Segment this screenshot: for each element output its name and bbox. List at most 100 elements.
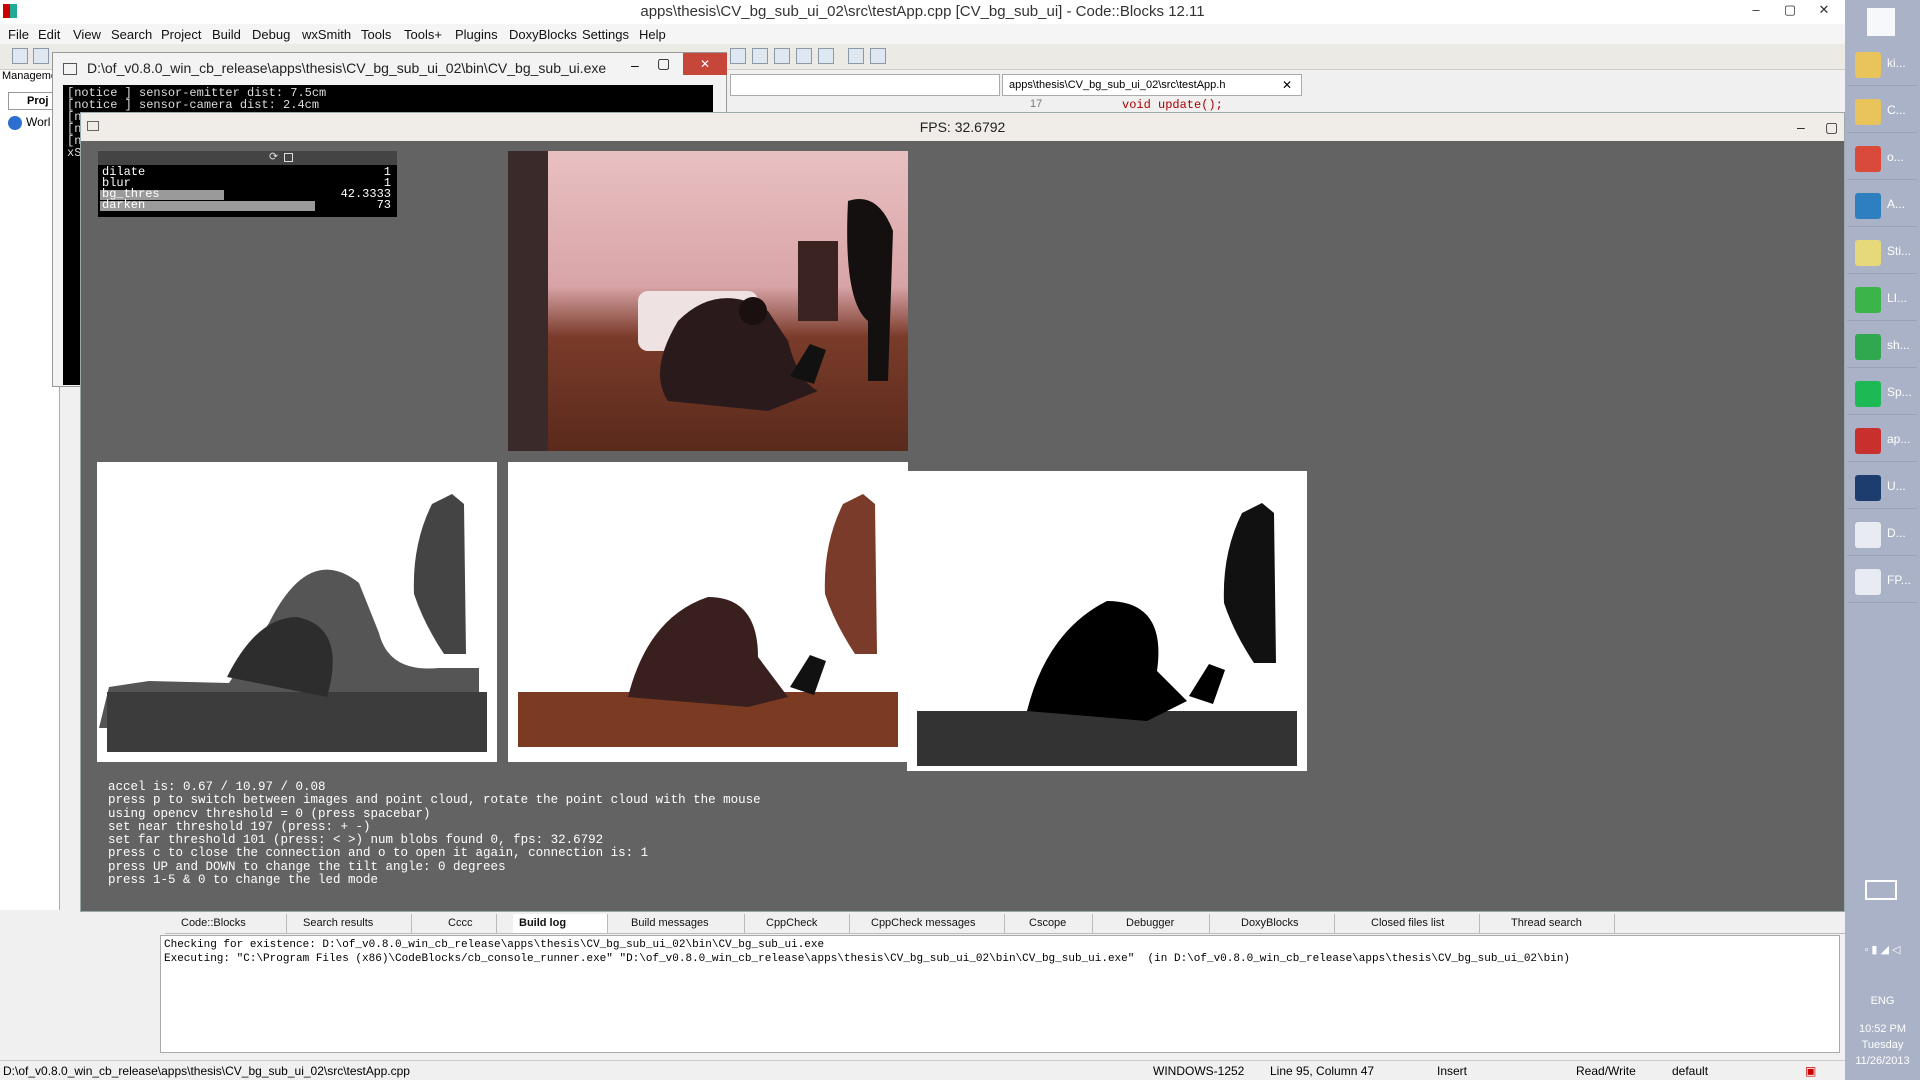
taskbar-item[interactable]: C... [1847, 89, 1917, 133]
windows-taskbar: ki... C... o... A... Sti... LI... sh... Sp... ap… [1845, 0, 1920, 1080]
editor-tabs: ✕ apps\thesis\CV_bg_sub_ui_02\src\testAp… [730, 70, 1845, 112]
menu-doxyblocks[interactable]: DoxyBlocks [509, 27, 577, 42]
taskbar-item[interactable]: o... [1847, 136, 1917, 180]
editor-tab-left[interactable] [730, 74, 1000, 96]
tab-closed-files-list[interactable]: Closed files list [1365, 914, 1480, 933]
new-file-icon[interactable] [12, 48, 28, 64]
stop-icon[interactable] [818, 48, 834, 64]
codeblocks-app-icon [3, 4, 17, 18]
status-mode: Insert [1437, 1064, 1468, 1078]
of-maximize-button[interactable]: ▢ [1825, 113, 1838, 141]
taskbar-item[interactable]: Sti... [1847, 230, 1917, 274]
step-icon[interactable] [774, 48, 790, 64]
depth-view [97, 462, 497, 762]
slider-label: darken [102, 198, 146, 212]
maximize-button[interactable]: ▢ [1774, 0, 1806, 22]
taskbar-item-label: FP... [1887, 573, 1911, 587]
info-line: using opencv threshold = 0 (press spaceb… [108, 806, 431, 821]
taskbar-item-label: D... [1887, 526, 1906, 540]
menu-build[interactable]: Build [212, 27, 241, 42]
console-close-button[interactable]: ✕ [683, 53, 727, 75]
chrome-icon [1855, 146, 1881, 172]
masked-rgb-view [508, 462, 908, 762]
taskbar-item-label: ki... [1887, 56, 1906, 70]
close-button[interactable]: ✕ [1808, 0, 1840, 22]
taskbar-item[interactable]: U... [1847, 465, 1917, 509]
menu-help[interactable]: Help [639, 27, 666, 42]
of-window-titlebar: FPS: 32.6792 – ▢ [81, 113, 1844, 141]
input-language[interactable]: ENG [1845, 995, 1920, 1007]
window-icon [1855, 569, 1881, 595]
tab-codeblocks[interactable]: Code::Blocks [175, 914, 287, 933]
console-maximize-button[interactable]: ▢ [657, 55, 670, 72]
tab-doxyblocks[interactable]: DoxyBlocks [1235, 914, 1335, 933]
keyboard-icon[interactable] [1865, 880, 1897, 900]
tab-cppcheck-messages[interactable]: CppCheck messages [865, 914, 1005, 933]
tab-build-log[interactable]: Build log [513, 914, 608, 933]
taskbar-item[interactable]: FP... [1847, 559, 1917, 603]
menu-plugins[interactable]: Plugins [455, 27, 498, 42]
windows-start-icon[interactable] [1867, 8, 1895, 36]
log-tabs: Code::Blocks Search results Cccc Build l… [165, 913, 1845, 934]
taskbar-item[interactable]: D... [1847, 512, 1917, 556]
minimize-button[interactable]: – [1740, 0, 1772, 22]
line-icon [1855, 287, 1881, 313]
taskbar-item[interactable]: ap... [1847, 418, 1917, 462]
tab-cppcheck[interactable]: CppCheck [760, 914, 850, 933]
tab-search-results[interactable]: Search results [297, 914, 412, 933]
taskbar-item[interactable]: sh... [1847, 324, 1917, 368]
folder-icon [1855, 52, 1881, 78]
rgb-scene [508, 151, 893, 451]
code-line: void update(); [1122, 98, 1223, 112]
info-line: press UP and DOWN to change the tilt ang… [108, 859, 506, 874]
console-minimize-button[interactable]: – [631, 57, 639, 73]
debug-continue-icon[interactable] [752, 48, 768, 64]
menu-edit[interactable]: Edit [38, 27, 60, 42]
slider-value: 73 [376, 198, 391, 212]
info-icon[interactable] [870, 48, 886, 64]
reload-icon[interactable]: ⟳ [269, 151, 278, 164]
menu-search[interactable]: Search [111, 27, 152, 42]
window-titlebar: apps\thesis\CV_bg_sub_ui_02\src\testApp.… [0, 0, 1845, 24]
workspace-label[interactable]: Worl [26, 115, 50, 129]
projects-tab[interactable]: Proj [8, 92, 56, 110]
taskbar-item[interactable]: Sp... [1847, 371, 1917, 415]
fps-title: FPS: 32.6792 [919, 119, 1006, 135]
menu-project[interactable]: Project [161, 27, 201, 42]
tab-cscope[interactable]: Cscope [1023, 914, 1093, 933]
console-title: D:\of_v0.8.0_win_cb_release\apps\thesis\… [87, 60, 607, 76]
slider-dilate[interactable]: dilate 1 [100, 166, 395, 178]
slider-darken[interactable]: darken 73 [100, 198, 395, 212]
open-file-icon[interactable] [33, 48, 49, 64]
menu-file[interactable]: File [8, 27, 29, 42]
run-icon[interactable] [730, 48, 746, 64]
tab-build-messages[interactable]: Build messages [625, 914, 745, 933]
debug-window-icon[interactable] [848, 48, 864, 64]
of-minimize-button[interactable]: – [1797, 113, 1805, 141]
menu-wxsmith[interactable]: wxSmith [302, 27, 351, 42]
menu-view[interactable]: View [73, 27, 101, 42]
info-text: accel is: 0.67 / 10.97 / 0.08 press p to… [108, 780, 1008, 887]
menu-tools[interactable]: Tools [361, 27, 391, 42]
info-line: set far threshold 101 (press: < >) num b… [108, 833, 604, 848]
tab-cccc[interactable]: Cccc [442, 914, 497, 933]
taskbar-item-label: ap... [1887, 432, 1911, 446]
taskbar-item[interactable]: LI... [1847, 277, 1917, 321]
taskbar-item-label: C... [1887, 103, 1906, 117]
tab-debugger[interactable]: Debugger [1120, 914, 1210, 933]
masked-scene [518, 494, 898, 747]
menu-tools-plus[interactable]: Tools+ [404, 27, 442, 42]
taskbar-item[interactable]: ki... [1847, 42, 1917, 86]
editor-tab-testapp-h[interactable]: apps\thesis\CV_bg_sub_ui_02\src\testApp.… [1002, 74, 1302, 96]
taskbar-item[interactable]: A... [1847, 183, 1917, 227]
tab-thread-search[interactable]: Thread search [1505, 914, 1615, 933]
clock-time[interactable]: 10:52 PM [1845, 1023, 1920, 1035]
save-icon[interactable] [284, 153, 293, 162]
threshold-view [907, 471, 1307, 771]
menu-settings[interactable]: Settings [582, 27, 629, 42]
menu-debug[interactable]: Debug [252, 27, 290, 42]
info-line: press c to close the connection and o to… [108, 846, 649, 861]
close-tab-icon[interactable]: ✕ [1282, 78, 1292, 92]
pause-icon[interactable] [796, 48, 812, 64]
taskbar-item-label: Sti... [1887, 244, 1912, 258]
